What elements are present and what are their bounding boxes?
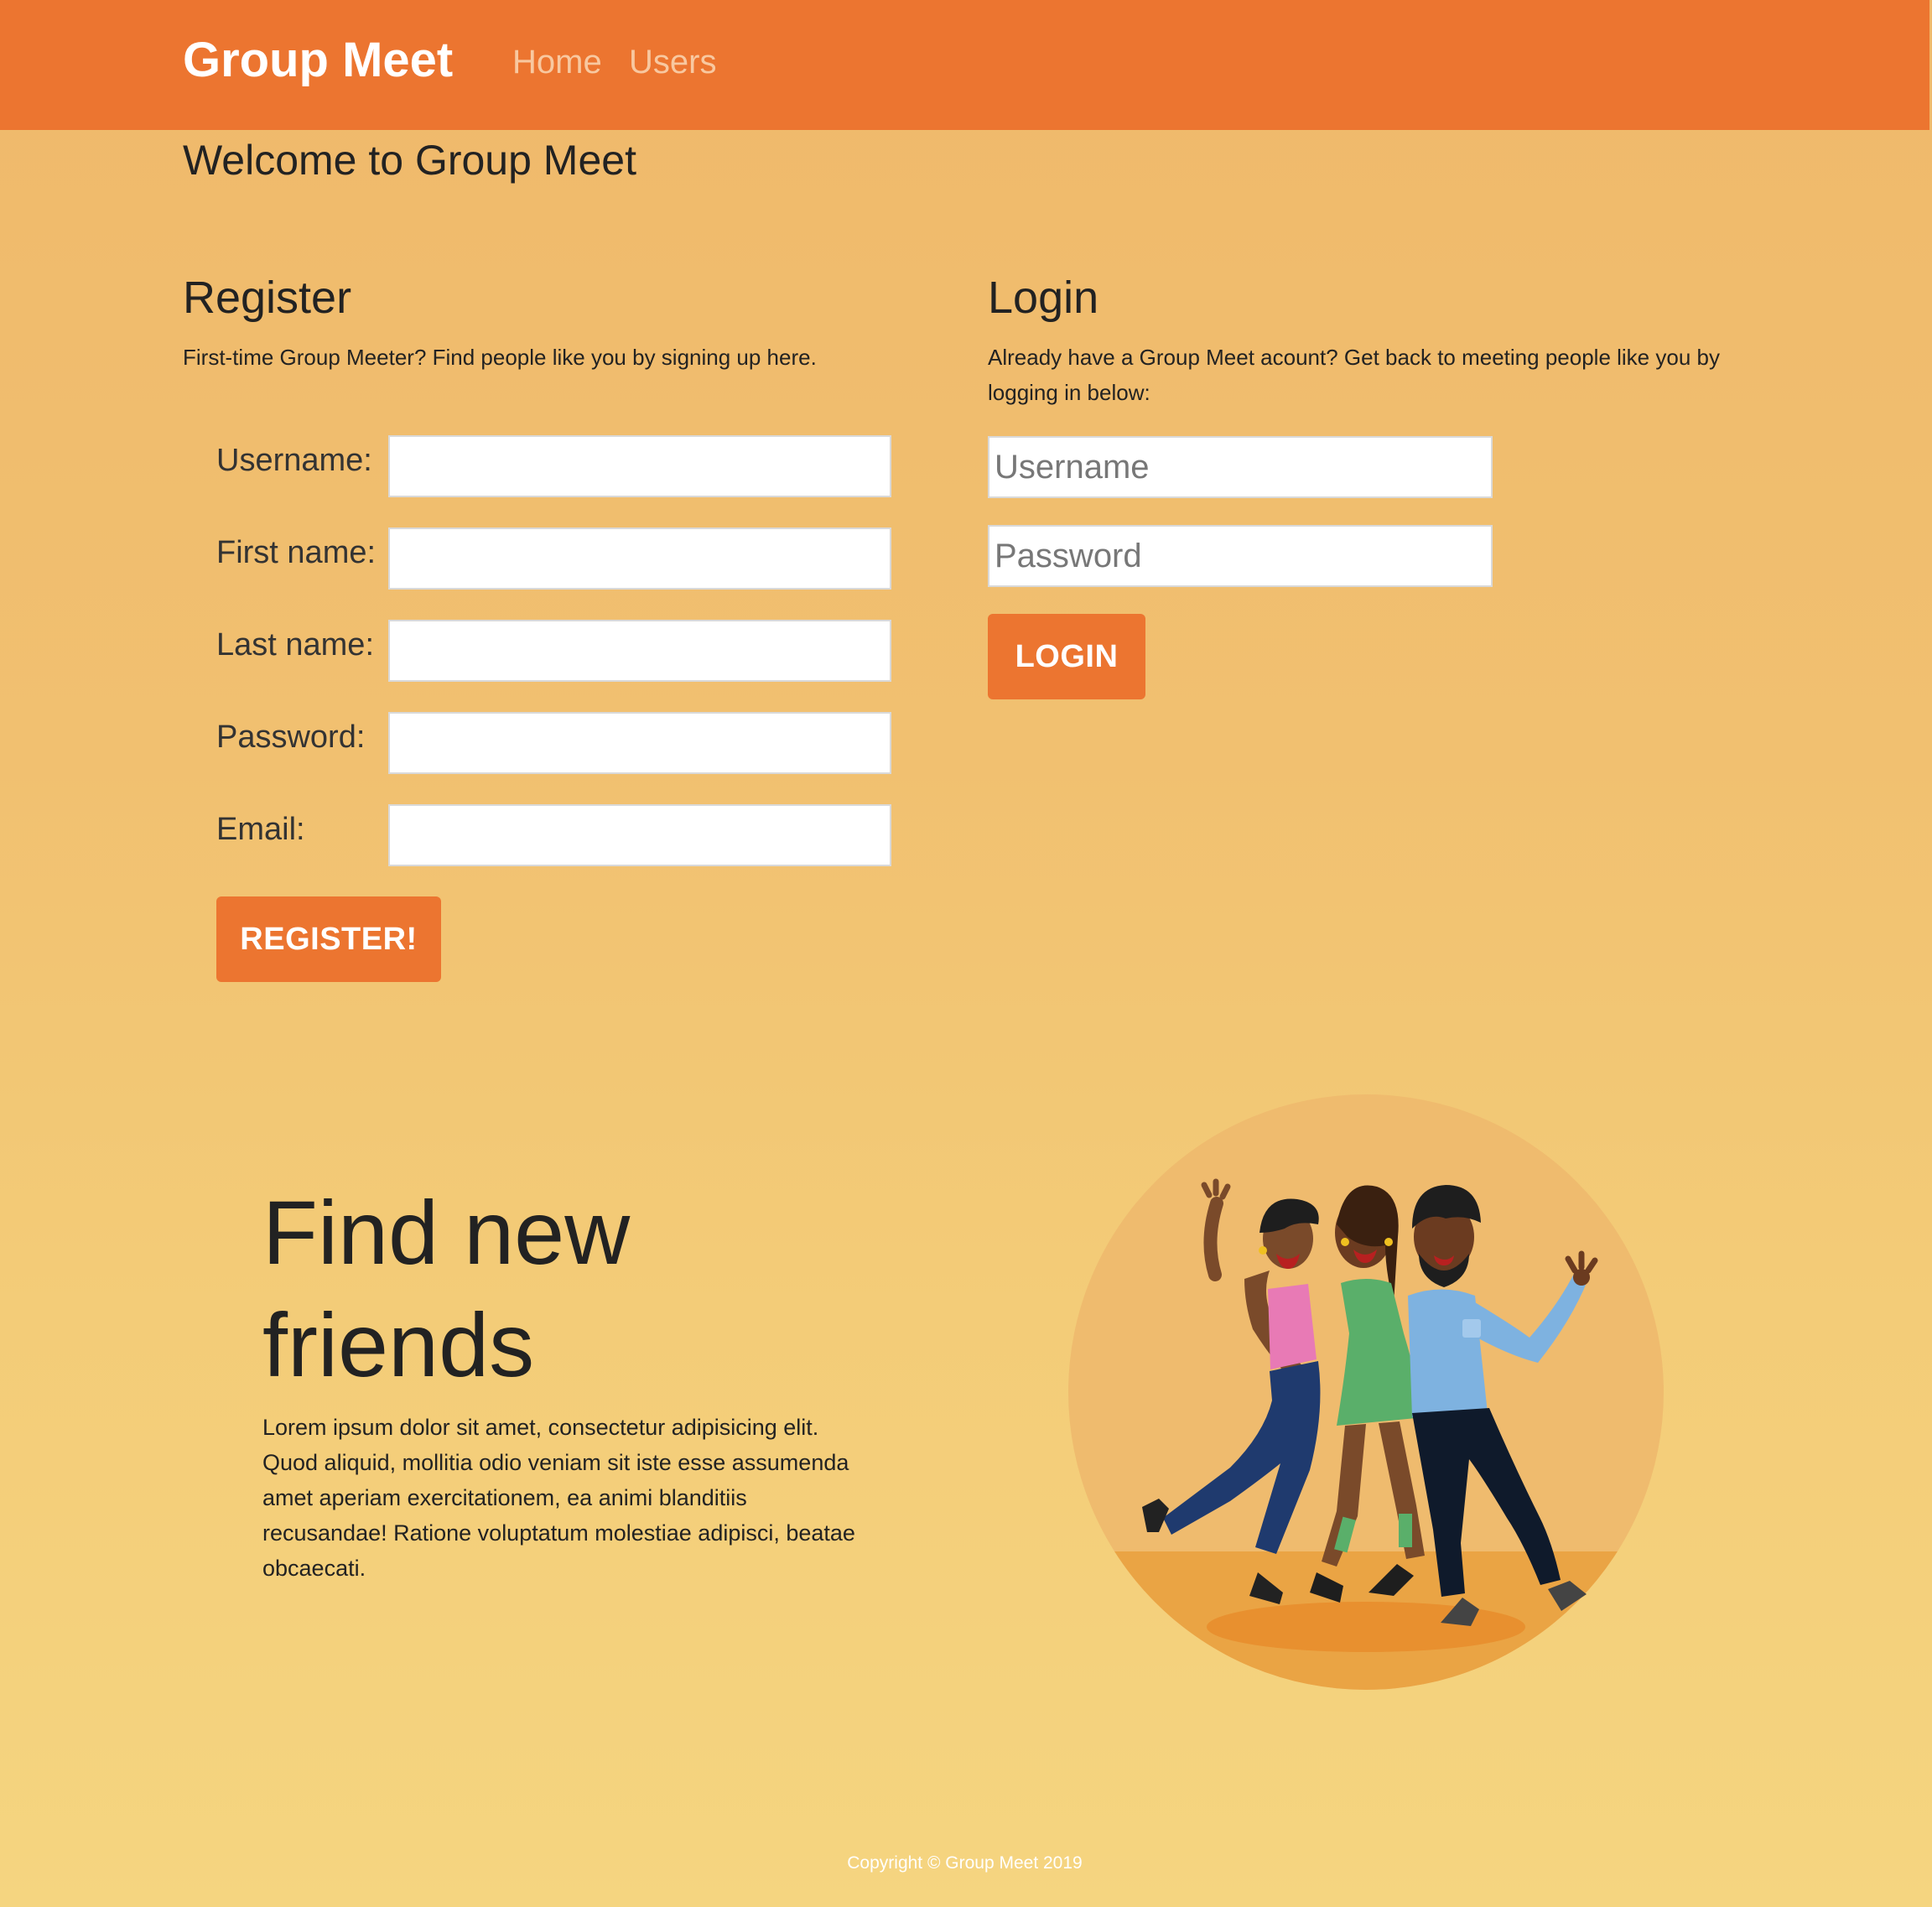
nav-link-users[interactable]: Users xyxy=(629,39,716,86)
register-heading: Register xyxy=(183,273,352,323)
page-title: Welcome to Group Meet xyxy=(183,137,636,184)
hero-description: Lorem ipsum dolor sit amet, consectetur … xyxy=(262,1415,855,1581)
login-heading: Login xyxy=(988,273,1099,323)
login-username-input[interactable] xyxy=(988,436,1493,498)
email-label: Email: xyxy=(216,812,305,847)
first-name-label: First name: xyxy=(216,535,377,570)
hero-title: Find new friends xyxy=(262,1182,631,1395)
register-email-input[interactable] xyxy=(388,804,891,866)
login-intro-text: Already have a Group Meet acount? Get ba… xyxy=(988,345,1720,405)
footer-copyright: Copyright © Group Meet 2019 xyxy=(847,1853,1083,1873)
register-password-input[interactable] xyxy=(388,712,891,774)
top-navbar: Group Meet Home Users xyxy=(0,0,1929,130)
last-name-label: Last name: xyxy=(216,627,374,663)
login-button[interactable]: LOGIN xyxy=(988,614,1145,699)
register-button[interactable]: REGISTER! xyxy=(216,896,441,982)
nav-link-home[interactable]: Home xyxy=(512,39,602,86)
login-password-input[interactable] xyxy=(988,525,1493,587)
register-last-name-input[interactable] xyxy=(388,620,891,682)
password-label: Password: xyxy=(216,720,366,755)
register-first-name-input[interactable] xyxy=(388,527,891,590)
username-label: Username: xyxy=(216,443,372,478)
register-username-input[interactable] xyxy=(388,435,891,497)
brand-logo[interactable]: Group Meet xyxy=(183,29,453,92)
friends-illustration xyxy=(1068,1094,1664,1690)
register-intro-text: First-time Group Meeter? Find people lik… xyxy=(183,345,817,370)
